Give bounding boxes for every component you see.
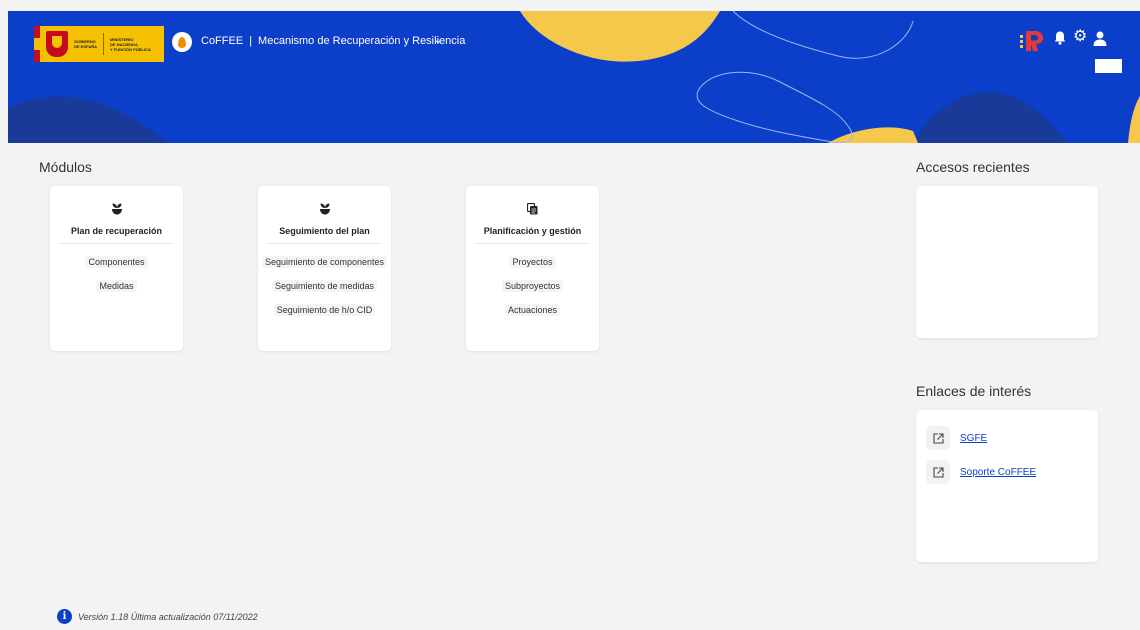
logo-separator [103, 33, 105, 55]
module-title: Plan de recuperación [70, 226, 163, 236]
module-link-seguimiento-componentes[interactable]: Seguimiento de componentes [258, 250, 391, 274]
module-link-subproyectos[interactable]: Subproyectos [466, 274, 599, 298]
module-link-componentes[interactable]: Componentes [50, 250, 183, 274]
recent-access-title: Accesos recientes [916, 159, 1030, 175]
recent-access-panel [916, 186, 1098, 338]
modules-title: Módulos [39, 159, 92, 175]
module-link-proyectos[interactable]: Proyectos [466, 250, 599, 274]
ministry-line3: Y FUNCIÓN PÚBLICA [110, 46, 151, 52]
module-title: Planificación y gestión [483, 226, 582, 236]
divider [268, 243, 381, 244]
module-card-plan-recuperacion[interactable]: Plan de recuperación Componentes Medidas [50, 186, 183, 351]
app-name: CoFFEE [201, 35, 244, 47]
link-soporte-coffee[interactable]: Soporte CoFFEE [960, 467, 1036, 478]
seedling-icon [258, 202, 391, 218]
link-label: Proyectos [509, 256, 556, 268]
external-link-icon [926, 426, 950, 450]
copy-icon [466, 202, 599, 218]
chevron-down-icon[interactable]: ⌄ [433, 35, 444, 46]
links-title: Enlaces de interés [916, 383, 1032, 399]
link-label: Componentes [85, 256, 148, 268]
header-decoration [8, 11, 1140, 143]
link-label: Actuaciones [504, 304, 561, 316]
version-text: Versión 1.18 Última actualización 07/11/… [78, 611, 258, 622]
coffee-logo-icon[interactable] [172, 32, 192, 52]
header-banner: GOBIERNO DE ESPAÑA MINISTERIO DE HACIEND… [8, 11, 1140, 143]
link-label: Seguimiento de medidas [271, 280, 378, 292]
external-link-icon [926, 460, 950, 484]
footer: i Versión 1.18 Última actualización 07/1… [57, 609, 258, 624]
title-separator: | [249, 35, 253, 47]
gear-icon[interactable]: ⚙ [1073, 27, 1087, 47]
government-logo: GOBIERNO DE ESPAÑA MINISTERIO DE HACIEND… [34, 26, 164, 62]
module-link-medidas[interactable]: Medidas [50, 274, 183, 298]
divider [476, 243, 589, 244]
link-label: Seguimiento de h/o CID [273, 304, 376, 316]
prtr-logo [1020, 31, 1043, 51]
link-row-soporte-coffee[interactable]: Soporte CoFFEE [926, 460, 1036, 484]
government-text: GOBIERNO DE ESPAÑA [74, 39, 97, 49]
module-link-seguimiento-medidas[interactable]: Seguimiento de medidas [258, 274, 391, 298]
user-icon[interactable] [1093, 31, 1107, 47]
links-panel: SGFE Soporte CoFFEE [916, 410, 1098, 562]
ministry-text: MINISTERIO DE HACIENDA Y FUNCIÓN PÚBLICA [110, 37, 151, 52]
info-icon: i [57, 609, 72, 624]
coat-of-arms-icon [46, 31, 68, 57]
divider [60, 243, 173, 244]
gov-line2: DE ESPAÑA [74, 44, 98, 49]
link-sgfe[interactable]: SGFE [960, 433, 987, 444]
module-card-seguimiento-plan[interactable]: Seguimiento del plan Seguimiento de comp… [258, 186, 391, 351]
module-link-actuaciones[interactable]: Actuaciones [466, 298, 599, 322]
user-name-box[interactable] [1095, 59, 1122, 73]
link-label: Subproyectos [501, 280, 564, 292]
module-title: Seguimiento del plan [279, 226, 370, 236]
flag-icon [34, 26, 40, 62]
link-label: Seguimiento de componentes [261, 256, 388, 268]
link-label: Medidas [96, 280, 137, 292]
seedling-icon [50, 202, 183, 218]
link-row-sgfe[interactable]: SGFE [926, 426, 987, 450]
module-link-seguimiento-cid[interactable]: Seguimiento de h/o CID [258, 298, 391, 322]
bell-icon[interactable] [1054, 31, 1066, 45]
app-title[interactable]: CoFFEE | Mecanismo de Recuperación y Resil… [201, 35, 465, 47]
module-card-planificacion-gestion[interactable]: Planificación y gestión Proyectos Subpro… [466, 186, 599, 351]
